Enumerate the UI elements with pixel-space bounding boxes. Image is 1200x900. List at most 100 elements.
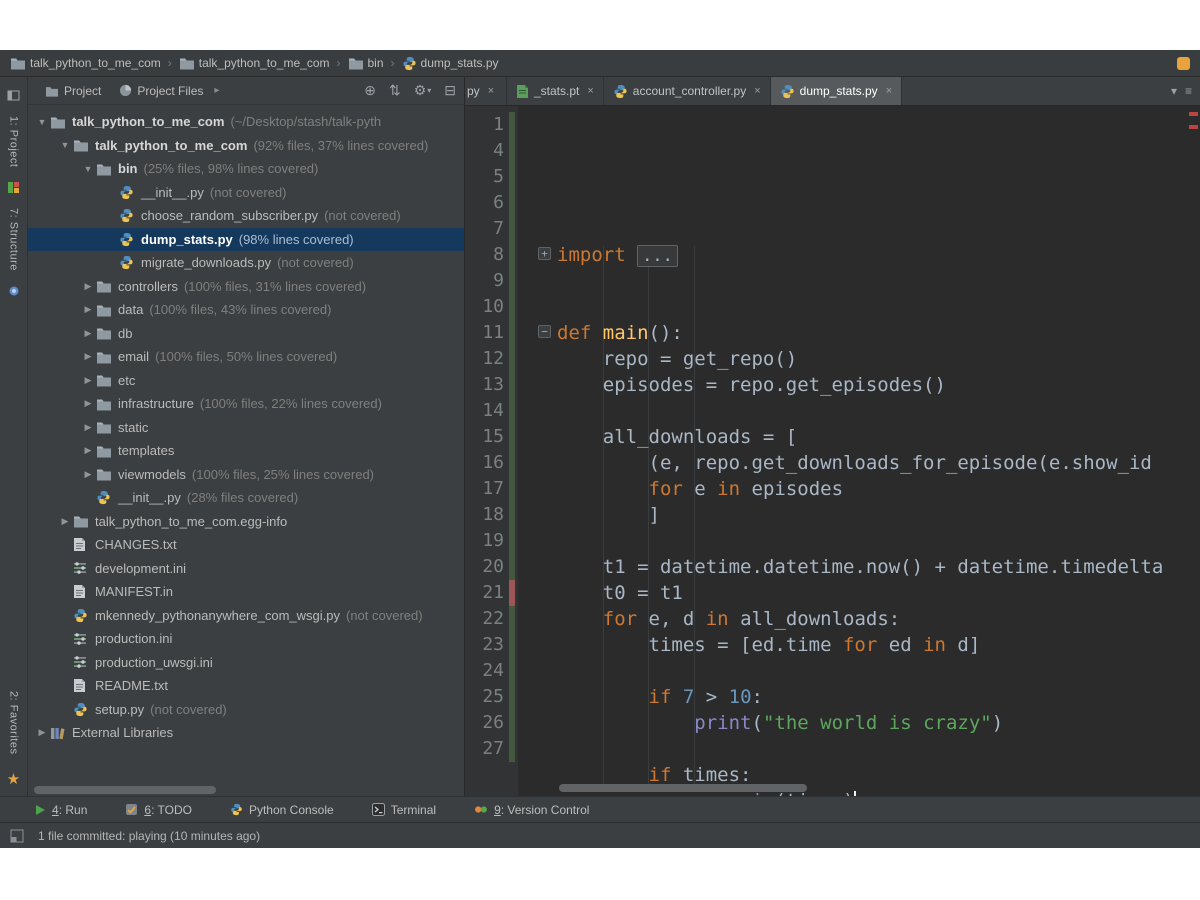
toolwindow-button-terminal[interactable]: Terminal: [372, 803, 436, 817]
line-number[interactable]: 26: [465, 710, 509, 736]
toolwindow-button-1-project[interactable]: 1: Project: [8, 116, 20, 167]
line-number[interactable]: 12: [465, 346, 509, 372]
editor-tab-account-controller-py[interactable]: account_controller.py×: [604, 77, 771, 105]
line-number[interactable]: 1: [465, 112, 509, 138]
chevron-right-icon[interactable]: ▶: [80, 445, 96, 456]
toolwindow-button-4-run[interactable]: 4: Run: [34, 803, 87, 817]
event-log-indicator-icon[interactable]: [1177, 57, 1190, 70]
hscrollbar-thumb[interactable]: [34, 786, 216, 794]
chevron-right-icon[interactable]: ▶: [80, 375, 96, 386]
chevron-right-icon[interactable]: ▶: [80, 304, 96, 315]
tree-item-development-ini[interactable]: development.ini: [28, 557, 464, 581]
line-number[interactable]: 8: [465, 242, 509, 268]
line-number[interactable]: 20: [465, 554, 509, 580]
error-stripe-mark[interactable]: [1189, 125, 1198, 129]
line-number[interactable]: 22: [465, 606, 509, 632]
close-icon[interactable]: ×: [886, 85, 892, 97]
code-line-8[interactable]: episodes = repo.get_episodes(): [557, 372, 1200, 398]
line-number[interactable]: 24: [465, 658, 509, 684]
code-line-20[interactable]: if 7 > 10:: [557, 684, 1200, 710]
fold-collapse-icon[interactable]: −: [538, 325, 551, 338]
line-number[interactable]: 15: [465, 424, 509, 450]
code-line-16[interactable]: t0 = t1: [557, 580, 1200, 606]
coverage-tool-window-icon[interactable]: [7, 181, 20, 194]
tree-item-email[interactable]: ▶email(100% files, 50% lines covered): [28, 345, 464, 369]
panel-tab-project-files[interactable]: Project Files: [110, 77, 212, 104]
project-tree-hscrollbar[interactable]: [28, 784, 464, 796]
code-line-10[interactable]: all_downloads = [: [557, 424, 1200, 450]
chevron-down-icon[interactable]: ▼: [34, 117, 50, 127]
toolwindow-button-6-todo[interactable]: 6: TODO: [125, 803, 192, 817]
code-line-17[interactable]: for e, d in all_downloads:: [557, 606, 1200, 632]
toolwindow-button-python-console[interactable]: Python Console: [230, 803, 334, 817]
tree-item-etc[interactable]: ▶etc: [28, 369, 464, 393]
line-number[interactable]: 21: [465, 580, 509, 606]
tree-item-external-libraries[interactable]: ▶External Libraries: [28, 721, 464, 745]
line-number[interactable]: 17: [465, 476, 509, 502]
code-line-18[interactable]: times = [ed.time for ed in d]: [557, 632, 1200, 658]
tree-item-bin[interactable]: ▼bin(25% files, 98% lines covered): [28, 157, 464, 181]
chevron-right-icon[interactable]: ▶: [80, 351, 96, 362]
chevron-down-icon[interactable]: ▼: [57, 140, 73, 150]
code-line-21[interactable]: print("the world is crazy"): [557, 710, 1200, 736]
breadcrumb-item-talk-python-to-me-com[interactable]: talk_python_to_me_com: [10, 56, 161, 70]
tree-item-talk-python-to-me-com[interactable]: ▼talk_python_to_me_com(~/Desktop/stash/t…: [28, 110, 464, 134]
line-number[interactable]: 13: [465, 372, 509, 398]
tree-item-migrate-downloads-py[interactable]: migrate_downloads.py(not covered): [28, 251, 464, 275]
tree-item-data[interactable]: ▶data(100% files, 43% lines covered): [28, 298, 464, 322]
project-tool-window-icon[interactable]: [7, 89, 20, 102]
line-number[interactable]: 5: [465, 164, 509, 190]
editor-gutter[interactable]: 1456789101112131415161718192021222324252…: [465, 106, 518, 796]
error-stripe-mark[interactable]: [1189, 112, 1198, 116]
editor-code[interactable]: +import ... −def main(): repo = get_repo(…: [518, 106, 1200, 796]
line-number[interactable]: 16: [465, 450, 509, 476]
code-line-13[interactable]: ]: [557, 502, 1200, 528]
tool-window-button-icon[interactable]: [8, 285, 20, 297]
tree-item-choose-random-subscriber-py[interactable]: choose_random_subscriber.py(not covered): [28, 204, 464, 228]
breadcrumb-item-bin[interactable]: bin: [348, 56, 384, 70]
toolwindow-button-2-favorites[interactable]: 2: Favorites: [7, 691, 19, 754]
tree-item-setup-py[interactable]: setup.py(not covered): [28, 698, 464, 722]
code-line-5[interactable]: [557, 294, 1200, 320]
hide-panel-icon[interactable]: ⊟: [444, 82, 456, 99]
chevron-right-icon[interactable]: ▶: [57, 516, 73, 527]
line-number[interactable]: 23: [465, 632, 509, 658]
line-number[interactable]: 10: [465, 294, 509, 320]
code-line-7[interactable]: repo = get_repo(): [557, 346, 1200, 372]
code-line-14[interactable]: [557, 528, 1200, 554]
settings-gear-icon[interactable]: ⚙▾: [414, 82, 432, 99]
line-number[interactable]: 19: [465, 528, 509, 554]
tree-item-init-py[interactable]: __init__.py(not covered): [28, 181, 464, 205]
locate-icon[interactable]: ⊕: [364, 82, 376, 99]
chevron-right-icon[interactable]: ▶: [80, 422, 96, 433]
code-line-1[interactable]: +import ...: [557, 242, 1200, 268]
tree-item-infrastructure[interactable]: ▶infrastructure(100% files, 22% lines co…: [28, 392, 464, 416]
toolwindow-toggle-icon[interactable]: [10, 829, 24, 843]
tree-item-talk-python-to-me-com-egg-info[interactable]: ▶talk_python_to_me_com.egg-info: [28, 510, 464, 534]
code-line-19[interactable]: [557, 658, 1200, 684]
panel-tab-project[interactable]: Project: [36, 77, 110, 104]
favorites-star-icon[interactable]: ★: [7, 770, 20, 788]
line-number[interactable]: 4: [465, 138, 509, 164]
tree-item-manifest-in[interactable]: MANIFEST.in: [28, 580, 464, 604]
tree-item-readme-txt[interactable]: README.txt: [28, 674, 464, 698]
chevron-right-icon[interactable]: ▶: [80, 398, 96, 409]
line-number[interactable]: 27: [465, 736, 509, 762]
tree-item-production-uwsgi-ini[interactable]: production_uwsgi.ini: [28, 651, 464, 675]
tree-item-init-py[interactable]: __init__.py(28% files covered): [28, 486, 464, 510]
code-line-15[interactable]: t1 = datetime.datetime.now() + datetime.…: [557, 554, 1200, 580]
close-icon[interactable]: ×: [488, 85, 494, 97]
tree-item-production-ini[interactable]: production.ini: [28, 627, 464, 651]
line-number[interactable]: 18: [465, 502, 509, 528]
chevron-right-icon[interactable]: ▶: [80, 469, 96, 480]
breadcrumb-item-dump-stats-py[interactable]: dump_stats.py: [402, 56, 499, 71]
line-number[interactable]: 25: [465, 684, 509, 710]
close-icon[interactable]: ×: [587, 85, 593, 97]
code-line-22[interactable]: [557, 736, 1200, 762]
editor-hscrollbar-thumb[interactable]: [559, 784, 807, 792]
tree-item-static[interactable]: ▶static: [28, 416, 464, 440]
collapse-all-icon[interactable]: ⇅: [389, 82, 401, 99]
tab-list-icon[interactable]: ≡: [1185, 84, 1192, 98]
fold-expand-icon[interactable]: +: [538, 247, 551, 260]
code-line-6[interactable]: −def main():: [557, 320, 1200, 346]
